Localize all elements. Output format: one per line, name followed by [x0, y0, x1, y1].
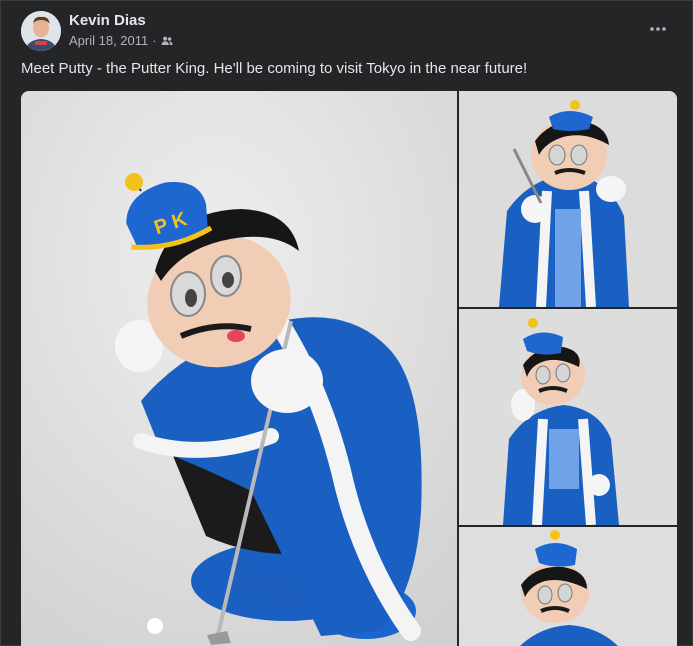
author-avatar[interactable] — [21, 11, 61, 51]
photo-thumbnail[interactable] — [459, 309, 677, 525]
mascot-waving-image — [459, 309, 677, 525]
author-name[interactable]: Kevin Dias — [69, 12, 146, 29]
mascot-closeup-image — [459, 527, 677, 646]
mascot-crouching-image: P K — [21, 91, 457, 646]
photo-thumbnail[interactable] — [459, 91, 677, 307]
meta-separator: · — [152, 33, 157, 48]
more-options-button[interactable] — [644, 15, 672, 43]
post-meta: April 18, 2011 · — [69, 33, 173, 48]
more-options-icon — [650, 27, 666, 31]
photo-main[interactable]: P K — [21, 91, 457, 646]
post-header: Kevin Dias April 18, 2011 · — [21, 11, 672, 51]
post-date[interactable]: April 18, 2011 — [69, 33, 148, 48]
post-card: Kevin Dias April 18, 2011 · Meet Putty -… — [0, 0, 693, 646]
post-text: Meet Putty - the Putter King. He'll be c… — [21, 60, 528, 77]
photo-gallery: P K — [21, 91, 677, 646]
friends-icon[interactable] — [161, 35, 173, 47]
photo-thumbnail[interactable] — [459, 527, 677, 646]
mascot-standing-image — [459, 91, 677, 307]
